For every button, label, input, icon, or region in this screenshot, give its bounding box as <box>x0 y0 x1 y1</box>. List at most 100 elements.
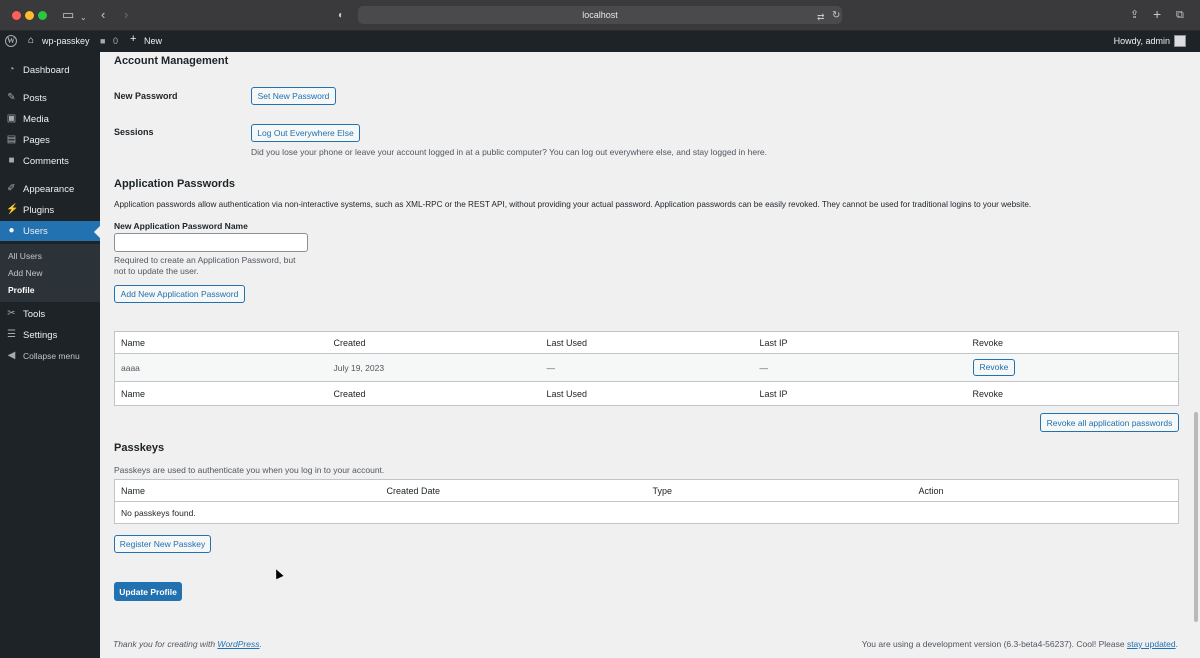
wordpress-link[interactable]: WordPress <box>217 639 259 649</box>
new-tab-icon[interactable]: + <box>1153 6 1161 22</box>
add-new-app-password-button[interactable]: Add New Application Password <box>114 285 245 303</box>
no-passkeys-message: No passkeys found. <box>121 507 196 518</box>
tab-overview-icon[interactable]: ⧉ <box>1176 7 1184 23</box>
minimize-window-button[interactable] <box>25 11 34 20</box>
brush-icon: ✐ <box>7 183 16 194</box>
table-row: aaaa July 19, 2023 — — Revoke <box>114 353 1179 382</box>
account-management-heading: Account Management <box>114 55 229 67</box>
user-icon: ● <box>8 225 15 236</box>
sidebar-item-pages[interactable]: ▤ Pages <box>0 130 100 150</box>
chevron-down-icon[interactable]: ⌄ <box>80 10 87 26</box>
comment-icon: ■ <box>8 155 15 166</box>
sidebar-item-posts[interactable]: ✎ Posts <box>0 88 100 108</box>
close-window-button[interactable] <box>12 11 21 20</box>
table-header-row: Name Created Date Type Action <box>114 479 1179 502</box>
comment-bubble-icon[interactable]: ■ <box>100 36 105 47</box>
url-text: localhost <box>582 10 618 20</box>
footer-thank-you-suffix: . <box>259 639 262 649</box>
sidebar-item-label: Appearance <box>23 184 75 195</box>
sidebar-item-media[interactable]: ▣ Media <box>0 109 100 129</box>
revoke-button[interactable]: Revoke <box>972 359 1016 376</box>
footer-thank-you-text: Thank you for creating with <box>113 639 218 649</box>
sidebar-toggle-icon[interactable]: ▭ <box>62 7 74 23</box>
column-footer-name: Name <box>114 381 328 406</box>
sidebar-item-label: Settings <box>23 330 58 341</box>
wrench-icon: ✂ <box>7 308 16 319</box>
submenu-item-profile[interactable]: Profile <box>8 285 34 295</box>
media-icon: ▣ <box>6 113 17 124</box>
column-footer-revoke: Revoke <box>966 381 1179 406</box>
column-header-last-ip: Last IP <box>753 331 967 354</box>
sidebar-item-label: Collapse menu <box>23 351 80 361</box>
comments-count[interactable]: 0 <box>113 36 118 47</box>
sidebar-item-tools[interactable]: ✂ Tools <box>0 304 100 324</box>
column-footer-created: Created <box>327 381 541 406</box>
set-new-password-button[interactable]: Set New Password <box>251 87 336 105</box>
translate-icon[interactable]: ⇄ <box>817 9 825 25</box>
sessions-label: Sessions <box>114 127 154 137</box>
howdy-user-link[interactable]: Howdy, admin <box>1114 36 1170 47</box>
footer-version-text: You are using a development version (6.3… <box>861 639 1127 649</box>
sidebar-item-plugins[interactable]: ⚡ Plugins <box>0 200 100 220</box>
new-content-link[interactable]: New <box>144 36 162 47</box>
avatar[interactable] <box>1174 35 1186 47</box>
table-header-row: Name Created Last Used Last IP Revoke <box>114 331 1179 354</box>
sidebar-item-label: Users <box>23 226 48 237</box>
update-profile-button[interactable]: Update Profile <box>114 582 182 601</box>
forward-icon[interactable]: › <box>124 7 128 23</box>
scrollbar-thumb[interactable] <box>1194 412 1198 622</box>
share-icon[interactable]: ⇪ <box>1130 7 1139 23</box>
sessions-description: Did you lose your phone or leave your ac… <box>251 147 768 157</box>
revoke-all-app-passwords-button[interactable]: Revoke all application passwords <box>1040 413 1179 432</box>
passkeys-table: Name Created Date Type Action No passkey… <box>114 479 1179 524</box>
sidebar-item-label: Pages <box>23 135 50 146</box>
new-app-password-name-input[interactable] <box>114 233 308 252</box>
sidebar-item-label: Dashboard <box>23 65 70 76</box>
stay-updated-link[interactable]: stay updated <box>1127 639 1176 649</box>
app-password-revoke-cell: Revoke <box>967 354 1179 382</box>
plus-icon[interactable]: + <box>130 34 136 45</box>
sidebar-item-dashboard[interactable]: ◔ Dashboard <box>0 60 100 80</box>
zoom-window-button[interactable] <box>38 11 47 20</box>
passkeys-description: Passkeys are used to authenticate you wh… <box>114 465 385 475</box>
app-password-name: aaaa <box>121 362 140 373</box>
wordpress-logo-icon[interactable]: W <box>5 35 17 47</box>
column-header-name: Name <box>114 331 328 354</box>
column-footer-last-ip: Last IP <box>753 381 967 406</box>
sidebar-item-label: Media <box>23 114 49 125</box>
home-icon[interactable]: ⌂ <box>28 35 34 46</box>
privacy-shield-icon[interactable]: ◐ <box>338 8 344 24</box>
application-passwords-heading: Application Passwords <box>114 178 236 190</box>
new-app-password-name-label: New Application Password Name <box>114 221 248 231</box>
submenu-item-add-new[interactable]: Add New <box>8 268 43 278</box>
register-new-passkey-button[interactable]: Register New Passkey <box>114 535 211 553</box>
back-icon[interactable]: ‹ <box>101 7 105 23</box>
sidebar-item-label: Posts <box>23 93 47 104</box>
reload-icon[interactable]: ↻ <box>832 8 840 24</box>
log-out-everywhere-button[interactable]: Log Out Everywhere Else <box>251 124 360 142</box>
sidebar-item-comments[interactable]: ■ Comments <box>0 151 100 171</box>
new-password-label: New Password <box>114 91 178 101</box>
submenu-item-all-users[interactable]: All Users <box>8 251 42 261</box>
app-password-created: July 19, 2023 <box>333 362 385 373</box>
column-footer-last-used: Last Used <box>540 381 754 406</box>
sidebar-item-settings[interactable]: ☰ Settings <box>0 325 100 345</box>
sidebar-item-users[interactable]: ● Users <box>0 221 100 241</box>
site-name-link[interactable]: wp-passkey <box>42 36 90 47</box>
page-scrollbar[interactable] <box>1192 52 1200 658</box>
sidebar-item-label: Tools <box>23 309 46 320</box>
address-bar[interactable]: localhost <box>358 6 842 24</box>
column-header-last-used: Last Used <box>540 331 754 354</box>
table-footer-row: Name Created Last Used Last IP Revoke <box>114 381 1179 406</box>
admin-sidebar: ◔ Dashboard ✎ Posts ▣ Media ▤ Pages ■ Co… <box>0 52 100 658</box>
sidebar-item-appearance[interactable]: ✐ Appearance <box>0 179 100 199</box>
mouse-cursor-icon <box>272 567 284 580</box>
column-header-revoke: Revoke <box>966 331 1179 354</box>
pin-icon: ✎ <box>7 92 16 103</box>
collapse-icon: ◀ <box>7 350 16 361</box>
column-header-action: Action <box>912 479 1179 502</box>
wp-admin-bar: W ⌂ wp-passkey ■ 0 + New Howdy, admin <box>0 31 1200 52</box>
sidebar-item-collapse[interactable]: ◀ Collapse menu <box>0 346 100 366</box>
footer-thank-you: Thank you for creating with WordPress. <box>113 639 262 649</box>
app-passwords-table: Name Created Last Used Last IP Revoke aa… <box>114 331 1179 406</box>
